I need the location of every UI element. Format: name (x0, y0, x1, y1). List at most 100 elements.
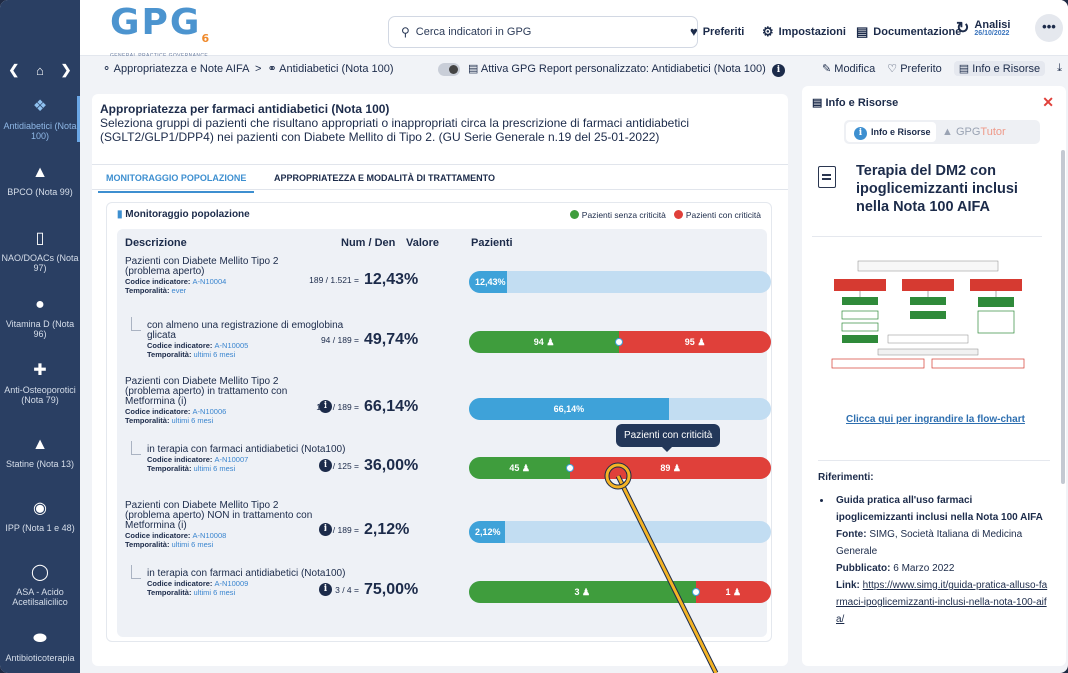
gpg-logo[interactable]: GPG6 GENERAL PRACTICE GOVERNANCE (110, 5, 209, 60)
sidebar-item-statine[interactable]: ▲ Statine (Nota 13) (0, 436, 80, 469)
info-panel-header: ▤ Info e Risorse (812, 96, 898, 109)
code-link[interactable]: A-N10005 (215, 341, 249, 350)
search-placeholder: Cerca indicatori in GPG (415, 26, 532, 38)
download-icon[interactable]: ⤓ (1057, 62, 1062, 76)
progress-bar[interactable]: 12,43% (469, 271, 771, 293)
progress-fill: 2,12% (469, 521, 506, 543)
info-risorse-button[interactable]: ▤ Info e Risorse (953, 61, 1046, 76)
pubblicato-value: 6 Marzo 2022 (893, 563, 955, 574)
reference-title: Guida pratica all'uso farmaci ipoglicemi… (836, 495, 1043, 523)
reference-link[interactable]: https://www.simg.it/guida-pratica-alluso… (836, 580, 1047, 625)
references: Riferimenti: Guida pratica all'uso farma… (818, 460, 1050, 628)
code-link[interactable]: A-N10007 (215, 455, 249, 464)
modifica-label: Modifica (834, 63, 876, 75)
sidebar-item-label: ASA - Acido Acetilsalicilico (12, 587, 68, 607)
sub-row-indicator (131, 317, 141, 331)
ok-segment[interactable]: 3 ♟ (469, 581, 696, 603)
temp-value: ultimi 6 mesi (193, 350, 236, 359)
progress-fill: 66,14% (469, 398, 669, 420)
impostazioni-button[interactable]: ⚙ Impostazioni (762, 24, 846, 40)
ok-segment[interactable]: 45 ♟ (469, 457, 571, 479)
close-icon[interactable]: ✕ (1042, 94, 1054, 111)
progress-bar[interactable]: 2,12% (469, 521, 771, 543)
sidebar-item-antidiabetici[interactable]: ❖ Antidiabetici (Nota 100) (0, 98, 80, 141)
split-bar[interactable]: 45 ♟ 89 ♟ (469, 457, 771, 479)
search-input[interactable]: ⚲ Cerca indicatori in GPG (388, 16, 698, 48)
card-title-text: Monitoraggio popolazione (125, 209, 250, 220)
preferiti-button[interactable]: ♥ Preferiti (690, 24, 744, 39)
more-menu-button[interactable]: ••• (1035, 14, 1063, 42)
sidebar-item-osteoporotici[interactable]: ✚ Anti-Osteoporotici (Nota 79) (0, 362, 80, 405)
crit-count: 1 (725, 587, 731, 597)
breadcrumb-item-appropriatezza[interactable]: Appropriatezza e Note AIFA (114, 63, 249, 75)
numden: 189 / 1.521 = (309, 275, 359, 285)
temp-label: Temporalità: (147, 350, 192, 359)
crit-segment[interactable]: 95 ♟ (619, 331, 771, 353)
home-icon[interactable]: ⌂ (36, 63, 44, 78)
tab-appropriatezza[interactable]: APPROPRIATEZZA E MODALITÀ DI TRATTAMENTO (274, 173, 495, 183)
analisi-button[interactable]: ↻ Analisi 26/10/2022 (956, 18, 1010, 38)
forward-icon[interactable]: ❯ (61, 62, 72, 78)
document-title: Terapia del DM2 con ipoglicemizzanti inc… (856, 163, 1018, 215)
breadcrumb-icon: ⚬ (102, 63, 112, 75)
crit-count: 95 (684, 337, 695, 347)
tab-monitoraggio[interactable]: MONITORAGGIO POPOLAZIONE (97, 173, 255, 193)
crit-segment[interactable]: 89 ♟ (570, 457, 771, 479)
code-label: Codice indicatore: (125, 531, 191, 540)
ok-segment[interactable]: 94 ♟ (469, 331, 620, 353)
code-link[interactable]: A-N10006 (193, 407, 227, 416)
preferito-button[interactable]: ♡ Preferito (887, 62, 942, 76)
row-title: in terapia con farmaci antidiabetici (No… (147, 568, 346, 579)
sidebar-item-ipp[interactable]: ◉ IPP (Nota 1 e 48) (0, 500, 80, 533)
code-link[interactable]: A-N10009 (215, 579, 249, 588)
pill-icon: ❖ (32, 98, 48, 115)
crit-segment[interactable]: 1 ♟ (695, 581, 771, 603)
documentazione-button[interactable]: ▤ Documentazione (856, 24, 961, 40)
row-title: in terapia con farmaci antidiabetici (No… (147, 444, 346, 455)
legend-crit: Pazienti con criticità (673, 210, 761, 220)
tab-gpgtutor[interactable]: ▲ GPGTutor (942, 123, 1006, 141)
sidebar-item-asa[interactable]: ◯ ASA - Acido Acetilsalicilico (0, 564, 80, 607)
tab-info-risorse[interactable]: i Info e Risorse (846, 122, 936, 142)
info-icon[interactable]: i (771, 64, 785, 77)
breadcrumb-item-antidiabetici[interactable]: Antidiabetici (Nota 100) (279, 63, 393, 75)
flowchart-container[interactable] (812, 236, 1042, 382)
progress-label: 12,43% (475, 277, 506, 287)
sub-row-indicator (131, 441, 141, 455)
info-icon: i (854, 127, 867, 140)
info-panel-title: Info e Risorse (825, 97, 899, 109)
medkit-icon: ✚ (33, 362, 47, 379)
heart-icon: ♥ (690, 24, 698, 39)
code-label: Codice indicatore: (125, 277, 191, 286)
row-value: 36,00% (364, 457, 419, 474)
progress-bar[interactable]: 66,14% (469, 398, 771, 420)
gpg-report-toggle[interactable] (438, 63, 460, 76)
code-link[interactable]: A-N10004 (193, 277, 227, 286)
sidebar-item-vitamina-d[interactable]: ● Vitamina D (Nota 96) (0, 296, 80, 339)
info-panel-scrollbar[interactable] (1061, 150, 1065, 484)
documentazione-label: Documentazione (873, 26, 962, 38)
sidebar-item-bpco[interactable]: ▲ BPCO (Nota 99) (0, 164, 80, 197)
page-title: Appropriatezza per farmaci antidiabetici… (100, 102, 390, 116)
sidebar-item-antibiotici[interactable]: ⬬ Antibioticoterapia (0, 630, 80, 663)
sidebar-item-label: BPCO (Nota 99) (7, 187, 73, 197)
book-icon: ▤ (812, 97, 823, 109)
temp-label: Temporalità: (147, 588, 192, 597)
temp-label: Temporalità: (125, 540, 170, 549)
split-bar[interactable]: 3 ♟ 1 ♟ (469, 581, 771, 603)
modifica-button[interactable]: ✎ Modifica (822, 62, 875, 76)
ok-count: 3 (574, 587, 580, 597)
users-icon: ♟ (697, 337, 706, 347)
code-label: Codice indicatore: (125, 407, 191, 416)
sidebar-item-nao[interactable]: ▯ NAO/DOACs (Nota 97) (0, 230, 80, 273)
column-header-numden: Num / Den (341, 237, 396, 249)
drops-icon: ▲ (32, 436, 48, 453)
back-icon[interactable]: ❮ (8, 62, 19, 78)
legend-ok-label: Pazienti senza criticità (581, 210, 666, 220)
flowchart-link[interactable]: Clicca qui per ingrandire la flow-chart (846, 414, 1025, 425)
code-link[interactable]: A-N10008 (193, 531, 227, 540)
tab-gpgtutor-label-a: GPG (955, 126, 981, 138)
flowchart-thumbnail[interactable] (828, 257, 1028, 369)
logo-text: GPG (110, 2, 202, 43)
split-bar[interactable]: 94 ♟ 95 ♟ (469, 331, 771, 353)
